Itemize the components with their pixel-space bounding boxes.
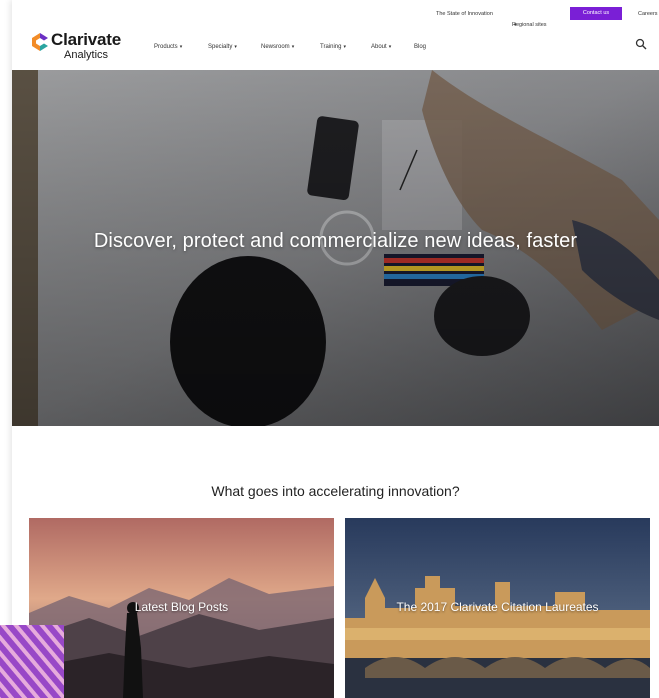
nav-products[interactable]: Products ▾ <box>154 44 182 50</box>
utility-bar: The State of Innovation Regional sites ▾ … <box>12 0 659 28</box>
blog-posts-label: Latest Blog Posts <box>134 600 229 614</box>
contact-us-button[interactable]: Contact us <box>570 7 622 20</box>
logo-mark-icon <box>32 33 48 51</box>
striped-thumbnail-image <box>0 625 64 698</box>
citation-laureates-card[interactable]: The 2017 Clarivate Citation Laureates <box>345 518 650 698</box>
corner-thumbnail <box>0 625 64 698</box>
chevron-down-icon: ▾ <box>388 44 392 50</box>
nav-newsroom[interactable]: Newsroom ▾ <box>261 44 294 50</box>
chevron-down-icon: ▾ <box>291 44 295 50</box>
chevron-down-icon: ▾ <box>234 44 237 50</box>
nav-about[interactable]: About ▾ <box>371 44 391 50</box>
page: The State of Innovation Regional sites ▾ … <box>12 0 659 698</box>
chevron-down-icon: ▾ <box>179 44 183 50</box>
hero-title: Discover, protect and commercialize new … <box>93 230 578 252</box>
nav-specialty[interactable]: Specialty ▾ <box>208 44 237 50</box>
nav-training[interactable]: Training ▾ <box>320 44 346 50</box>
careers-link[interactable]: Careers <box>638 11 658 17</box>
nav-newsroom-label: Newsroom <box>261 44 290 50</box>
section-title: What goes into accelerating innovation? <box>211 483 460 499</box>
chevron-down-icon: ▾ <box>343 44 346 50</box>
citation-laureates-label: The 2017 Clarivate Citation Laureates <box>396 600 599 614</box>
clarivate-logo[interactable]: Clarivate Analytics <box>26 28 136 62</box>
nav-about-label: About <box>371 44 387 50</box>
main-nav: Clarivate Analytics Products ▾ Specialty ▾… <box>12 22 659 70</box>
search-icon[interactable] <box>635 38 647 50</box>
nav-blog[interactable]: Blog <box>414 44 426 50</box>
hero-banner: Discover, protect and commercialize new … <box>12 70 659 426</box>
logo-subtitle: Analytics <box>64 49 109 61</box>
nav-training-label: Training <box>320 44 342 50</box>
state-of-innovation-link[interactable]: The State of Innovation <box>436 11 493 17</box>
logo-name: Clarivate <box>51 30 122 49</box>
nav-specialty-label: Specialty <box>208 44 233 50</box>
blog-posts-card[interactable]: Latest Blog Posts <box>29 518 334 698</box>
nav-products-label: Products <box>154 44 178 50</box>
